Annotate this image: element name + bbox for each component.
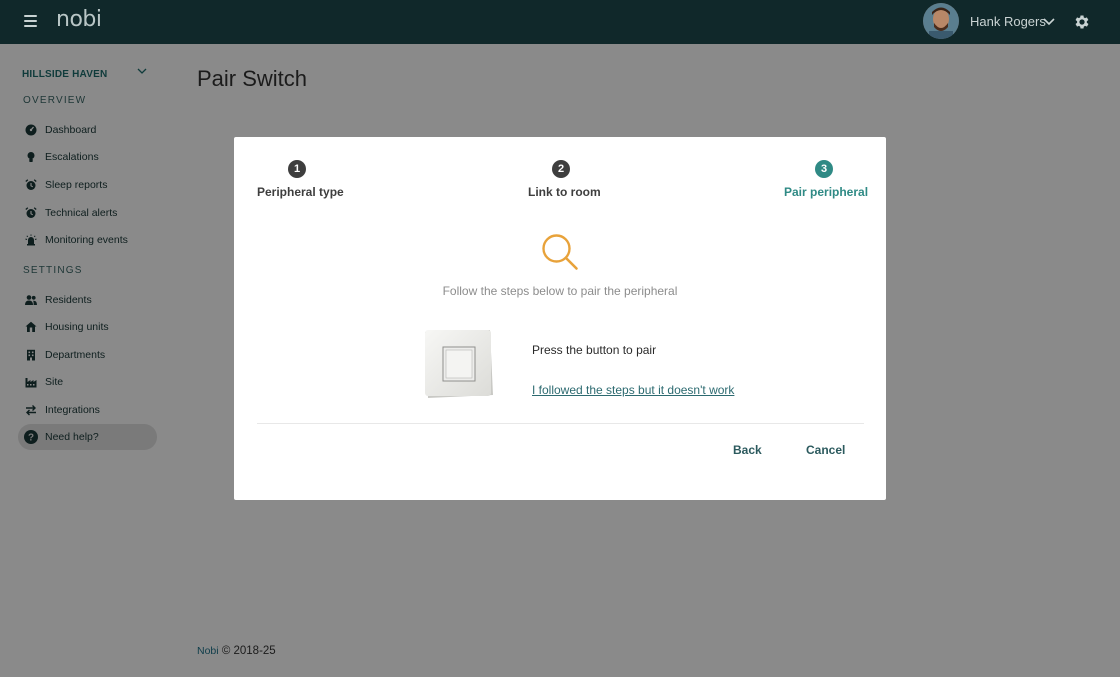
step-label: Link to room <box>528 185 601 199</box>
wall-switch-image <box>425 330 493 398</box>
house-icon <box>25 321 37 332</box>
sidebar-item-sleep-reports[interactable]: Sleep reports <box>18 172 157 198</box>
sidebar-item-label: Housing units <box>45 321 109 333</box>
sidebar-item-label: Departments <box>45 349 106 361</box>
sidebar-item-label: Monitoring events <box>45 234 128 246</box>
chevron-down-icon <box>137 68 147 74</box>
sidebar-item-integrations[interactable]: Integrations <box>18 397 157 423</box>
sidebar-item-departments[interactable]: Departments <box>18 342 157 368</box>
sidebar-item-label: Dashboard <box>45 124 97 136</box>
footer-copyright: © 2018-25 <box>221 645 276 657</box>
sidebar-item-housing-units[interactable]: Housing units <box>18 314 157 340</box>
step-number: 2 <box>552 160 570 178</box>
back-button[interactable]: Back <box>733 443 762 457</box>
question-circle-icon: ? <box>24 430 38 444</box>
site-selector[interactable]: HILLSIDE HAVEN <box>22 64 152 80</box>
hamburger-menu-icon[interactable] <box>24 15 37 28</box>
sidebar-item-label: Technical alerts <box>45 207 118 219</box>
overview-section-label: OVERVIEW <box>23 95 87 106</box>
footer: Nobi © 2018-25 <box>197 645 276 657</box>
alarm-clock-icon <box>25 207 37 218</box>
sidebar-item-label: Site <box>45 376 64 388</box>
sidebar-item-escalations[interactable]: Escalations <box>18 144 157 170</box>
sidebar-item-monitoring-events[interactable]: Monitoring events <box>18 227 157 253</box>
footer-brand-link[interactable]: Nobi <box>197 645 219 657</box>
user-name[interactable]: Hank Rogers <box>970 14 1046 29</box>
pair-peripheral-dialog: 1 Peripheral type 2 Link to room 3 Pair … <box>234 137 886 500</box>
people-icon <box>25 295 37 305</box>
press-button-text: Press the button to pair <box>532 343 657 357</box>
settings-section-label: SETTINGS <box>23 265 83 276</box>
app-logo[interactable]: nobi <box>56 7 102 32</box>
instruction-text: Follow the steps below to pair the perip… <box>442 284 678 298</box>
sidebar: HILLSIDE HAVEN OVERVIEW Dashboard Escala… <box>0 44 172 677</box>
sidebar-item-site[interactable]: Site <box>18 369 157 395</box>
sidebar-item-label: Sleep reports <box>45 179 108 191</box>
alarm-clock-icon <box>25 179 37 190</box>
troubleshoot-link[interactable]: I followed the steps but it doesn't work <box>532 383 734 397</box>
sidebar-item-technical-alerts[interactable]: Technical alerts <box>18 200 157 226</box>
sidebar-item-label: Escalations <box>45 151 99 163</box>
search-icon <box>542 234 578 270</box>
svg-text:?: ? <box>28 433 34 444</box>
sidebar-item-dashboard[interactable]: Dashboard <box>18 117 157 143</box>
site-name: HILLSIDE HAVEN <box>22 69 108 80</box>
divider <box>257 423 864 424</box>
sidebar-item-label: Residents <box>45 294 92 306</box>
step-label: Pair peripheral <box>784 185 869 199</box>
step-number: 1 <box>288 160 306 178</box>
sidebar-item-label: Integrations <box>45 404 100 416</box>
step-label: Peripheral type <box>257 185 344 199</box>
chevron-down-icon[interactable] <box>1042 15 1056 29</box>
step-number: 3 <box>815 160 833 178</box>
cancel-button[interactable]: Cancel <box>806 443 845 457</box>
dashboard-icon <box>25 124 37 136</box>
sidebar-item-label: Need help? <box>45 431 99 443</box>
building-icon <box>27 349 35 361</box>
swap-arrows-icon <box>26 405 36 416</box>
factory-icon <box>25 378 37 388</box>
page-title: Pair Switch <box>197 66 308 91</box>
gear-icon[interactable] <box>1073 13 1091 31</box>
lightbulb-icon <box>27 152 35 162</box>
alarm-light-icon <box>25 234 37 246</box>
sidebar-item-need-help[interactable]: ? Need help? <box>18 424 157 450</box>
top-bar: nobi Hank Rogers <box>0 0 1120 44</box>
sidebar-item-residents[interactable]: Residents <box>18 287 157 313</box>
avatar[interactable] <box>923 3 959 39</box>
